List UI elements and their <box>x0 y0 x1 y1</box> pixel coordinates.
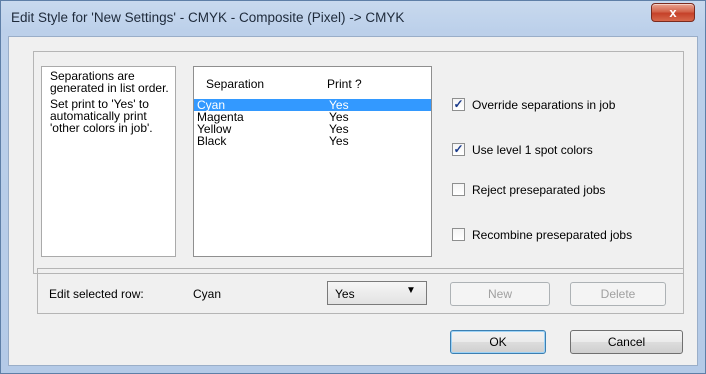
close-button[interactable]: x <box>651 3 695 22</box>
separations-list[interactable]: Separation Print ? Cyan Yes Magenta Yes … <box>193 66 432 257</box>
new-button[interactable]: New <box>450 282 550 306</box>
selected-separation-value: Cyan <box>193 287 222 301</box>
checkbox-box[interactable] <box>452 183 465 196</box>
checkbox-box[interactable]: ✓ <box>452 143 465 156</box>
close-icon: x <box>669 5 677 20</box>
info-text-print: Set print to 'Yes' to automatically prin… <box>50 97 153 135</box>
row-separation: Black <box>197 134 227 148</box>
info-text-order: Separations are generated in list order. <box>50 69 169 95</box>
list-row-black[interactable]: Black Yes <box>194 135 431 147</box>
checkbox-label[interactable]: Reject preseparated jobs <box>472 183 605 197</box>
title-bar[interactable]: Edit Style for 'New Settings' - CMYK - C… <box>1 1 705 37</box>
info-panel: Separations are generated in list order.… <box>41 66 176 257</box>
cancel-button[interactable]: Cancel <box>570 330 683 354</box>
chevron-down-icon[interactable]: ▼ <box>406 285 416 296</box>
checkbox-box[interactable] <box>452 228 465 241</box>
column-header-print[interactable]: Print ? <box>327 77 362 91</box>
checkbox-box[interactable]: ✓ <box>452 98 465 111</box>
edit-selected-row-label: Edit selected row: <box>49 287 144 301</box>
checkbox-label[interactable]: Recombine preseparated jobs <box>472 228 632 242</box>
checkbox-label[interactable]: Override separations in job <box>472 98 615 112</box>
print-select[interactable]: Yes ▼ <box>327 281 427 305</box>
ok-button[interactable]: OK <box>450 330 546 354</box>
column-header-separation[interactable]: Separation <box>206 77 264 91</box>
row-print: Yes <box>329 134 349 148</box>
print-select-value: Yes <box>335 287 355 301</box>
list-row-yellow[interactable]: Yellow Yes <box>194 123 431 135</box>
delete-button[interactable]: Delete <box>570 282 666 306</box>
checkbox-label[interactable]: Use level 1 spot colors <box>472 143 593 157</box>
window-title: Edit Style for 'New Settings' - CMYK - C… <box>11 10 405 25</box>
list-header: Separation Print ? <box>194 67 431 94</box>
